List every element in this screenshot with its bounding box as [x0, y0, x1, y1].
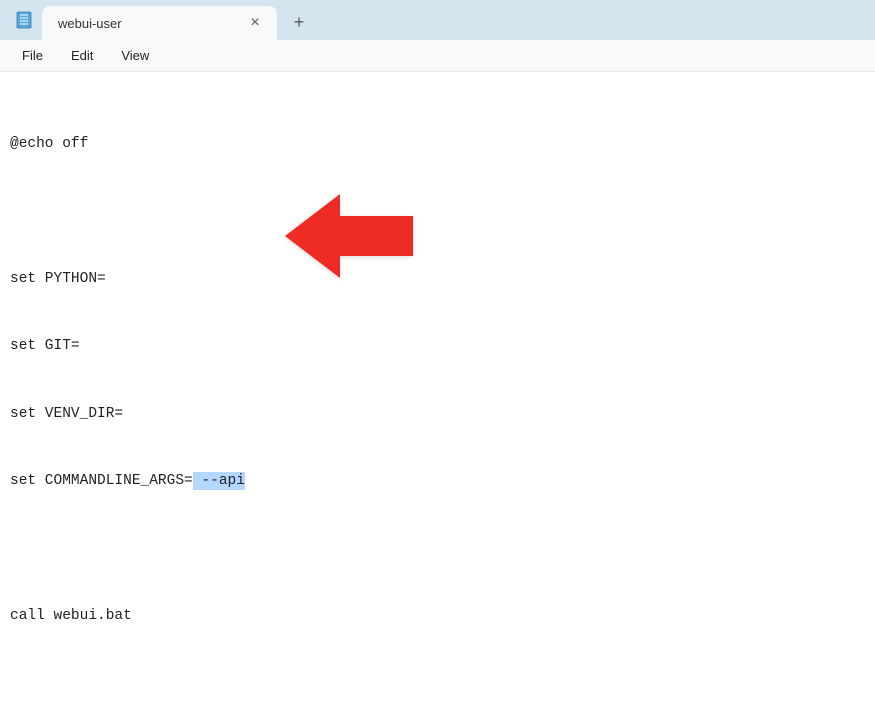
editor-line: set GIT= — [10, 335, 865, 357]
editor-line: @echo off — [10, 133, 865, 155]
red-arrow-annotation-icon — [250, 164, 415, 317]
editor-line — [10, 537, 865, 559]
editor-line: set PYTHON= — [10, 268, 865, 290]
notepad-app-icon — [14, 10, 34, 30]
close-tab-icon[interactable]: × — [243, 11, 267, 35]
new-tab-button[interactable]: + — [283, 6, 315, 38]
menubar: File Edit View — [0, 40, 875, 72]
editor-line: set VENV_DIR= — [10, 403, 865, 425]
menu-edit[interactable]: Edit — [57, 44, 107, 67]
text-editor-area[interactable]: @echo off set PYTHON= set GIT= set VENV_… — [0, 72, 875, 711]
tab-title: webui-user — [58, 16, 243, 31]
selected-text: --api — [193, 472, 245, 490]
tab-active[interactable]: webui-user × — [42, 6, 277, 40]
editor-line: call webui.bat — [10, 605, 865, 627]
editor-line — [10, 200, 865, 222]
editor-line: set COMMANDLINE_ARGS= --api — [10, 470, 865, 492]
menu-file[interactable]: File — [8, 44, 57, 67]
menu-view[interactable]: View — [107, 44, 163, 67]
line-prefix: set COMMANDLINE_ARGS= — [10, 473, 193, 489]
titlebar: webui-user × + — [0, 0, 875, 40]
